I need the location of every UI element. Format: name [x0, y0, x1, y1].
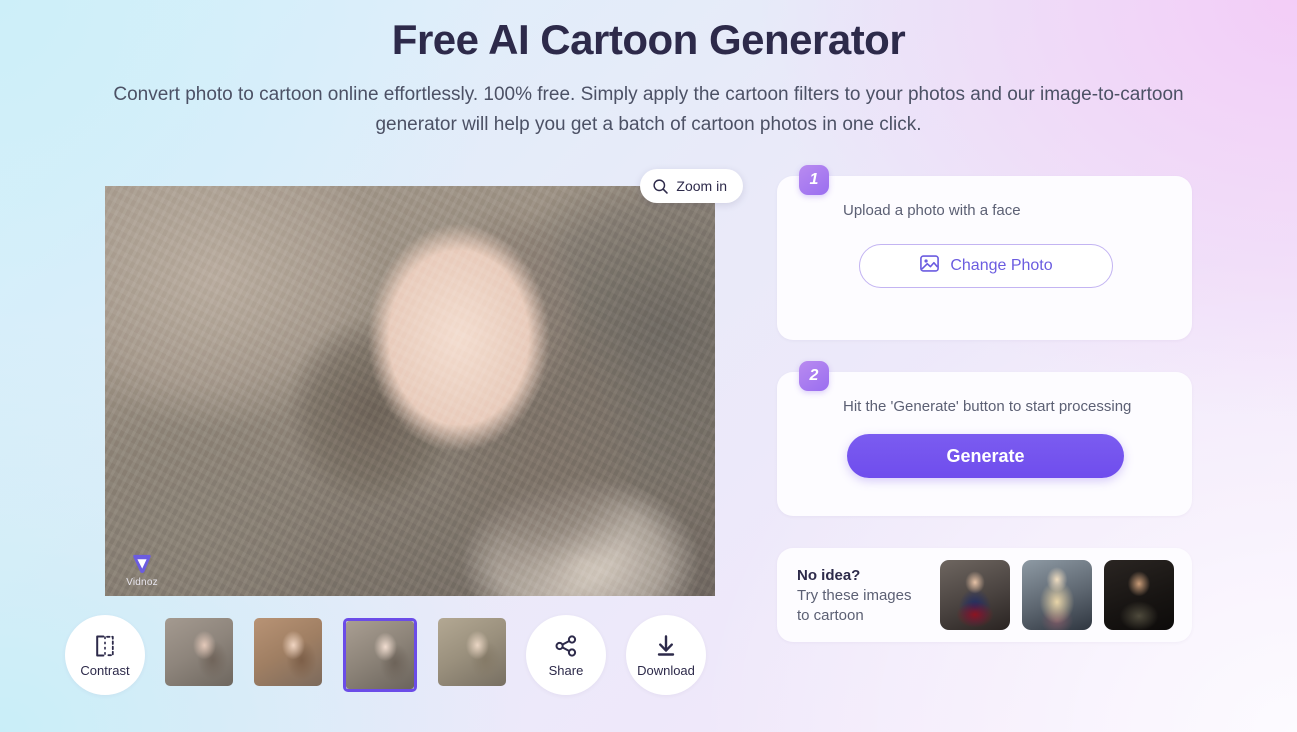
sample-superhero[interactable] [940, 560, 1010, 630]
share-label: Share [548, 662, 584, 678]
sample-bald-man[interactable] [1104, 560, 1174, 630]
share-button[interactable]: Share [526, 615, 606, 695]
preview-image[interactable]: Vidnoz [105, 186, 715, 596]
preview-column: Zoom in Vidnoz Contrast Share Download [65, 160, 745, 732]
download-button[interactable]: Download [626, 615, 706, 695]
ideas-copy: No idea? Try these images to cartoon [797, 565, 926, 626]
thumbnail-image [438, 618, 506, 686]
vidnoz-logo-icon [130, 552, 154, 576]
sample-blonde-woman[interactable] [1022, 560, 1092, 630]
share-icon [553, 633, 579, 659]
sample-images-card: No idea? Try these images to cartoon [777, 548, 1192, 642]
page-subtitle: Convert photo to cartoon online effortle… [113, 84, 1184, 135]
main-stage: Zoom in Vidnoz Contrast Share Download 1… [0, 160, 1297, 732]
step-2-badge: 2 [799, 361, 829, 391]
magnifier-icon [652, 178, 669, 195]
style-variant-1[interactable] [165, 618, 233, 686]
page-header: Free AI Cartoon Generator Convert photo … [0, 0, 1297, 140]
step-2-card: 2 Hit the 'Generate' button to start pro… [777, 361, 1192, 516]
style-variant-3[interactable] [343, 618, 417, 692]
zoom-in-button[interactable]: Zoom in [640, 169, 743, 203]
download-arrow-icon [653, 633, 679, 659]
contrast-button[interactable]: Contrast [65, 615, 145, 695]
generate-button[interactable]: Generate [847, 434, 1124, 478]
step-1-badge: 1 [799, 165, 829, 195]
watermark: Vidnoz [119, 552, 165, 588]
step-1-card: 1 Upload a photo with a face Change Phot… [777, 165, 1192, 340]
step-1-text: Upload a photo with a face [843, 202, 1021, 219]
style-variant-4[interactable] [438, 618, 506, 686]
zoom-in-label: Zoom in [676, 178, 727, 194]
thumbnail-image [346, 621, 414, 689]
image-photo-icon [919, 253, 940, 279]
change-photo-label: Change Photo [950, 257, 1053, 274]
style-variant-2[interactable] [254, 618, 322, 686]
contrast-label: Contrast [80, 662, 130, 678]
sample-image-strip [940, 560, 1174, 630]
editor-toolbar: Contrast Share Download [65, 610, 765, 700]
watermark-label: Vidnoz [126, 577, 158, 588]
change-photo-button[interactable]: Change Photo [859, 244, 1113, 288]
steps-column: 1 Upload a photo with a face Change Phot… [777, 160, 1192, 732]
download-label: Download [637, 662, 695, 678]
ideas-subtitle: Try these images to cartoon [797, 586, 912, 624]
page-title: Free AI Cartoon Generator [391, 16, 906, 63]
style-thumbnail-strip [165, 618, 506, 692]
thumbnail-image [254, 618, 322, 686]
thumbnail-image [165, 618, 233, 686]
ideas-title: No idea? [797, 566, 861, 584]
cartoon-portrait-render [105, 186, 715, 596]
contrast-icon [92, 633, 118, 659]
step-2-text: Hit the 'Generate' button to start proce… [843, 398, 1132, 415]
